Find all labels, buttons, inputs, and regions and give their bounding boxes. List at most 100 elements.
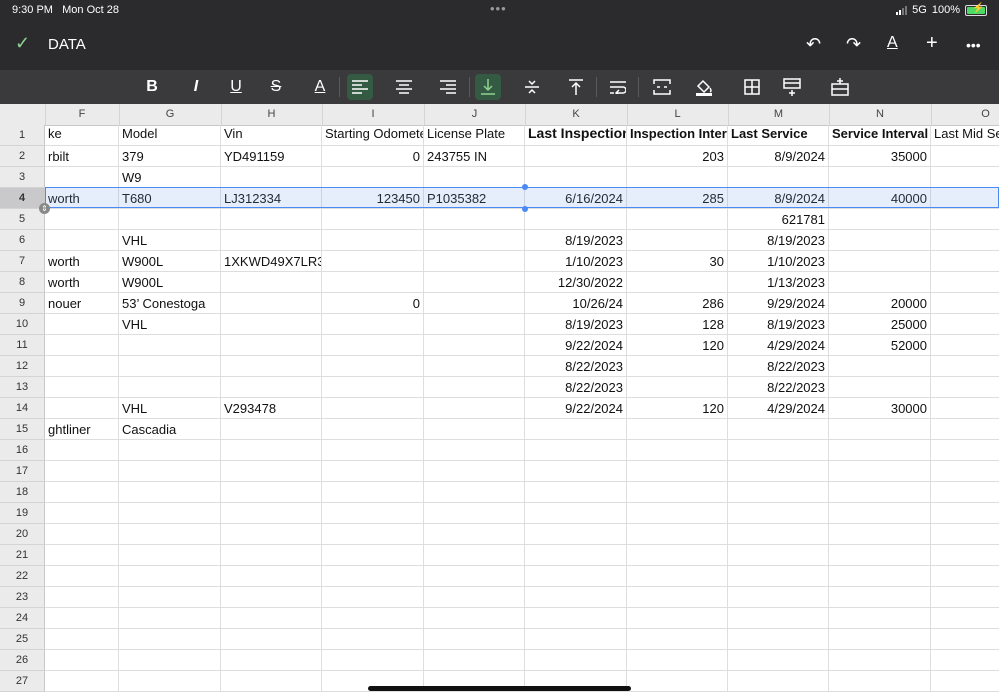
cell-o23[interactable]: [931, 587, 999, 608]
cell-g27[interactable]: [119, 671, 221, 692]
row-header-5[interactable]: 5: [0, 209, 45, 230]
row-header-23[interactable]: 23: [0, 587, 45, 608]
fill-color-icon[interactable]: [691, 74, 717, 100]
cell-m11[interactable]: 4/29/2024: [728, 335, 829, 356]
row-header-6[interactable]: 6: [0, 230, 45, 251]
cell-g4[interactable]: T680: [119, 188, 221, 209]
cell-l14[interactable]: 120: [627, 398, 728, 419]
cell-g20[interactable]: [119, 524, 221, 545]
cell-k12[interactable]: 8/22/2023: [525, 356, 627, 377]
cell-m14[interactable]: 4/29/2024: [728, 398, 829, 419]
column-header-i[interactable]: I: [322, 104, 425, 125]
cell-j4[interactable]: P1035382: [424, 188, 525, 209]
cell-h4[interactable]: LJ312334: [221, 188, 322, 209]
column-title-cell[interactable]: Starting Odometer: [322, 125, 424, 146]
cell-o8[interactable]: [931, 272, 999, 293]
redo-icon[interactable]: ↷: [846, 34, 861, 55]
cell-j18[interactable]: [424, 482, 525, 503]
italic-icon[interactable]: I: [183, 74, 209, 100]
cell-f12[interactable]: [45, 356, 119, 377]
column-title-cell[interactable]: License Plate: [424, 125, 525, 146]
cell-o22[interactable]: [931, 566, 999, 587]
cell-g14[interactable]: VHL: [119, 398, 221, 419]
row-header-1[interactable]: 1: [0, 125, 45, 146]
cell-m20[interactable]: [728, 524, 829, 545]
row-header-3[interactable]: 3: [0, 167, 45, 188]
cell-h22[interactable]: [221, 566, 322, 587]
cell-i23[interactable]: [322, 587, 424, 608]
cell-l18[interactable]: [627, 482, 728, 503]
cell-i16[interactable]: [322, 440, 424, 461]
cell-l13[interactable]: [627, 377, 728, 398]
cell-h10[interactable]: [221, 314, 322, 335]
cell-l4[interactable]: 285: [627, 188, 728, 209]
cell-n19[interactable]: [829, 503, 931, 524]
cell-j10[interactable]: [424, 314, 525, 335]
font-color-icon[interactable]: A: [307, 74, 333, 100]
column-title-cell[interactable]: Vin: [221, 125, 322, 146]
row-header-9[interactable]: 9: [0, 293, 45, 314]
cell-m16[interactable]: [728, 440, 829, 461]
cell-n23[interactable]: [829, 587, 931, 608]
column-title-cell[interactable]: Inspection Interval: [627, 125, 728, 146]
cell-h11[interactable]: [221, 335, 322, 356]
cell-k15[interactable]: [525, 419, 627, 440]
cell-l15[interactable]: [627, 419, 728, 440]
cell-n13[interactable]: [829, 377, 931, 398]
cell-f21[interactable]: [45, 545, 119, 566]
cell-f10[interactable]: [45, 314, 119, 335]
cell-o5[interactable]: [931, 209, 999, 230]
cell-n9[interactable]: 20000: [829, 293, 931, 314]
cell-f9[interactable]: nouer: [45, 293, 119, 314]
cell-o17[interactable]: [931, 461, 999, 482]
cell-g17[interactable]: [119, 461, 221, 482]
cell-i12[interactable]: [322, 356, 424, 377]
column-header-o[interactable]: O: [931, 104, 999, 125]
cell-g15[interactable]: Cascadia: [119, 419, 221, 440]
cell-i26[interactable]: [322, 650, 424, 671]
cell-h6[interactable]: [221, 230, 322, 251]
row-header-13[interactable]: 13: [0, 377, 45, 398]
align-top-icon[interactable]: [563, 74, 589, 100]
cell-m9[interactable]: 9/29/2024: [728, 293, 829, 314]
cell-l20[interactable]: [627, 524, 728, 545]
text-format-icon[interactable]: A: [887, 34, 898, 52]
cell-g19[interactable]: [119, 503, 221, 524]
cell-g25[interactable]: [119, 629, 221, 650]
align-bottom-icon[interactable]: [475, 74, 501, 100]
cell-j14[interactable]: [424, 398, 525, 419]
cell-f24[interactable]: [45, 608, 119, 629]
cell-j12[interactable]: [424, 356, 525, 377]
row-header-10[interactable]: 10: [0, 314, 45, 335]
cell-k26[interactable]: [525, 650, 627, 671]
row-header-19[interactable]: 19: [0, 503, 45, 524]
cell-h2[interactable]: YD491159: [221, 146, 322, 167]
column-header-k[interactable]: K: [525, 104, 628, 125]
row-header-24[interactable]: 24: [0, 608, 45, 629]
multitasking-dots-icon[interactable]: •••: [490, 1, 507, 16]
cell-j8[interactable]: [424, 272, 525, 293]
cell-o24[interactable]: [931, 608, 999, 629]
cell-k4[interactable]: 6/16/2024: [525, 188, 627, 209]
cell-m4[interactable]: 8/9/2024: [728, 188, 829, 209]
cell-h17[interactable]: [221, 461, 322, 482]
cell-h27[interactable]: [221, 671, 322, 692]
more-icon[interactable]: •••: [966, 37, 981, 53]
cell-f20[interactable]: [45, 524, 119, 545]
cell-k10[interactable]: 8/19/2023: [525, 314, 627, 335]
row-header-20[interactable]: 20: [0, 524, 45, 545]
cell-k7[interactable]: 1/10/2023: [525, 251, 627, 272]
cell-o25[interactable]: [931, 629, 999, 650]
cell-i9[interactable]: 0: [322, 293, 424, 314]
insert-row-icon[interactable]: [779, 74, 805, 100]
cell-o12[interactable]: [931, 356, 999, 377]
row-header-26[interactable]: 26: [0, 650, 45, 671]
cell-m19[interactable]: [728, 503, 829, 524]
cell-h19[interactable]: [221, 503, 322, 524]
cell-f26[interactable]: [45, 650, 119, 671]
column-header-f[interactable]: F: [45, 104, 120, 125]
cell-o16[interactable]: [931, 440, 999, 461]
selection-handle-bottom[interactable]: [522, 206, 528, 212]
cell-m6[interactable]: 8/19/2023: [728, 230, 829, 251]
cell-l24[interactable]: [627, 608, 728, 629]
